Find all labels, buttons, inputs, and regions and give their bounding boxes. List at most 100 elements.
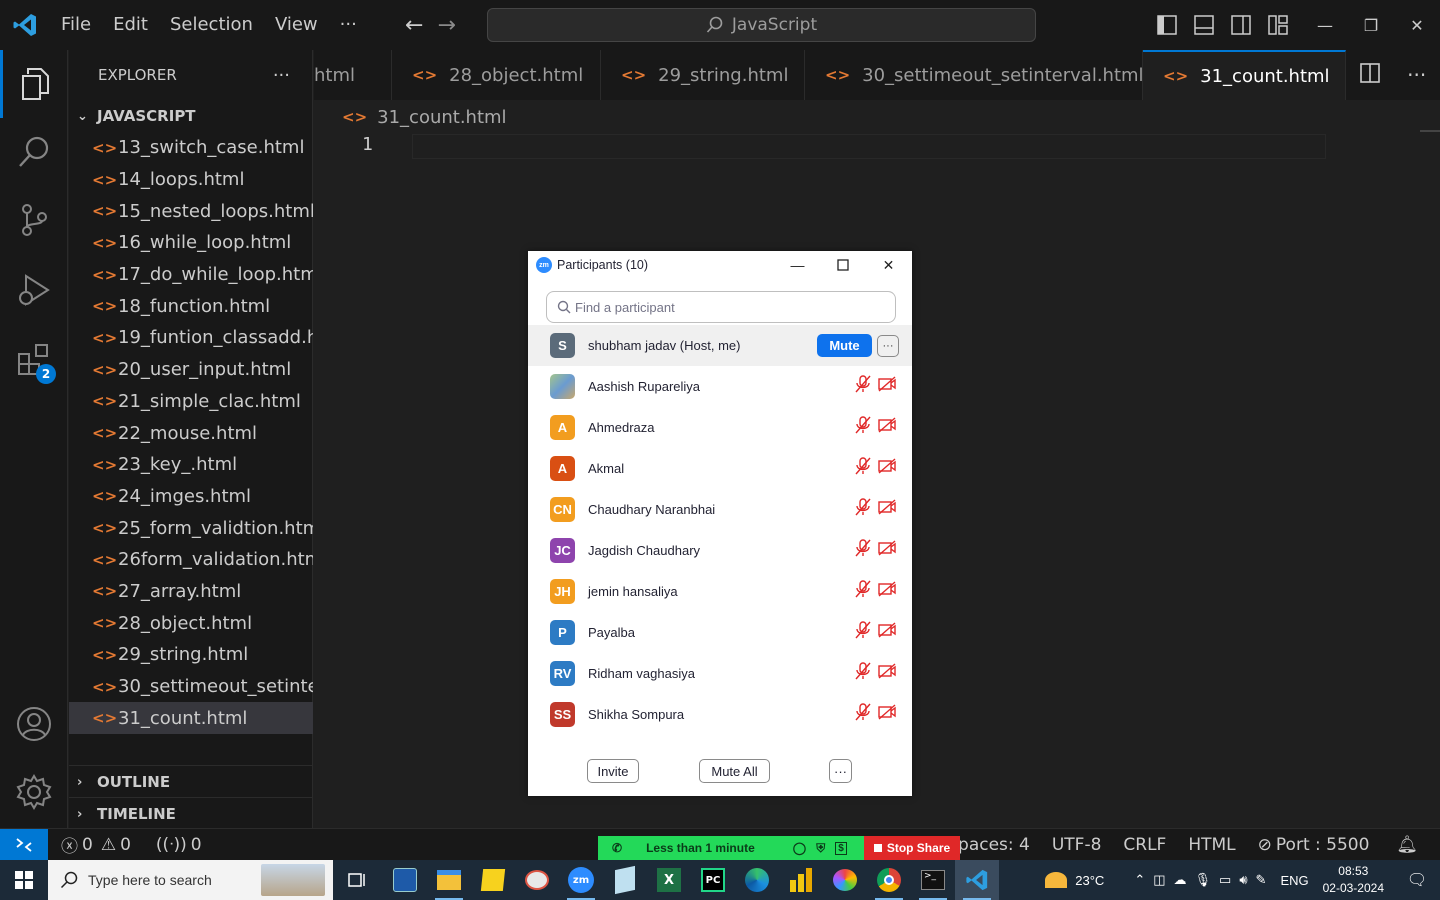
task-view-icon[interactable] [333, 860, 383, 900]
problems-indicator[interactable]: ⓧ 0 ⚠ 0 [48, 832, 142, 858]
toggle-panel-icon[interactable] [1185, 0, 1222, 50]
notepad-app-icon[interactable] [603, 860, 647, 900]
live-server-port[interactable]: ⊘ Port : 5500 [1247, 835, 1381, 855]
zoom-minimize-icon[interactable]: — [775, 251, 820, 279]
breadcrumb[interactable]: <> 31_count.html [342, 104, 507, 130]
language-indicator[interactable]: HTML [1177, 835, 1246, 855]
file-item[interactable]: <> 14_loops.html [69, 164, 313, 196]
pen-icon[interactable]: ✎ [1252, 872, 1271, 888]
file-item[interactable]: <> 16_while_loop.html [69, 227, 313, 259]
participant-row[interactable]: Aashish Rupareliya [528, 366, 912, 407]
file-item[interactable]: <> 24_imges.html [69, 481, 313, 513]
sticky-notes-app-icon[interactable] [471, 860, 515, 900]
clock[interactable]: 08:53 02-03-2024 [1313, 863, 1394, 897]
minimize-icon[interactable]: — [1302, 0, 1348, 50]
terminal-app-icon[interactable]: >_ [911, 860, 955, 900]
forward-arrow-icon[interactable]: → [437, 13, 455, 38]
input-language[interactable]: ENG [1276, 873, 1312, 888]
invite-button[interactable]: Invite [587, 759, 639, 783]
participant-row[interactable]: CN Chaudhary Naranbhai [528, 489, 912, 530]
toggle-secondary-sidebar-icon[interactable] [1222, 0, 1259, 50]
file-item[interactable]: <> 21_simple_clac.html [69, 386, 313, 418]
remote-indicator-icon[interactable] [0, 828, 48, 861]
file-item[interactable]: <> 29_string.html [69, 639, 313, 671]
file-item[interactable]: <> 23_key_.html [69, 449, 313, 481]
participant-row[interactable]: RV Ridham vaghasiya [528, 653, 912, 694]
show-hidden-icons-chevron-icon[interactable]: ⌃ [1130, 872, 1149, 888]
file-item[interactable]: <> 27_array.html [69, 576, 313, 608]
participant-row[interactable]: JC Jagdish Chaudhary [528, 530, 912, 571]
file-item[interactable]: <> 26form_validation.html [69, 544, 313, 576]
notifications-icon[interactable]: 🗨︎ [1394, 870, 1440, 890]
volume-icon[interactable]: 🔊︎ [1235, 872, 1251, 888]
vscode-app-icon[interactable] [955, 860, 999, 900]
menu-more[interactable]: ··· [329, 0, 368, 50]
tab-31-count[interactable]: <>31_count.html✕ [1143, 50, 1360, 100]
file-item[interactable]: <> 17_do_while_loop.html [69, 259, 313, 291]
zoom-close-icon[interactable]: ✕ [866, 251, 911, 279]
settings-gear-icon[interactable] [0, 758, 68, 826]
explorer-icon[interactable] [0, 50, 68, 118]
command-center-search[interactable]: JavaScript [487, 8, 1036, 42]
ports-indicator[interactable]: ((ᐧ)) 0 [142, 835, 213, 855]
explorer-more-button[interactable]: ··· [273, 65, 290, 86]
participant-row-host[interactable]: S shubham jadav (Host, me) Mute ··· [528, 325, 912, 366]
editor-scrollbar[interactable] [1420, 130, 1440, 132]
file-item[interactable]: <> 31_count.html [69, 702, 313, 735]
menu-edit[interactable]: Edit [102, 0, 159, 50]
network-icon[interactable]: ▭ [1215, 872, 1235, 888]
file-explorer-app-icon[interactable] [427, 860, 471, 900]
participant-row[interactable]: JH jemin hansaliya [528, 571, 912, 612]
taskbar-search-input[interactable]: Type here to search [48, 860, 333, 900]
mute-all-button[interactable]: Mute All [699, 759, 770, 783]
file-item[interactable]: <>19_funtion_classadd.h... [69, 322, 313, 354]
menu-view[interactable]: View [264, 0, 329, 50]
windows-start-icon[interactable] [0, 860, 48, 900]
file-item[interactable]: <> 18_function.html [69, 290, 313, 322]
run-and-debug-icon[interactable] [0, 256, 68, 324]
paint-palette-app-icon[interactable] [823, 860, 867, 900]
toggle-primary-sidebar-icon[interactable] [1148, 0, 1185, 50]
menu-selection[interactable]: Selection [159, 0, 264, 50]
file-item[interactable]: <> 22_mouse.html [69, 417, 313, 449]
participant-row[interactable]: A Akmal [528, 448, 912, 489]
encoding-indicator[interactable]: UTF-8 [1041, 835, 1113, 855]
mute-button[interactable]: Mute [817, 334, 872, 357]
split-editor-icon[interactable] [1359, 63, 1380, 87]
zoom-more-button[interactable]: ··· [829, 759, 852, 783]
search-activity-icon[interactable] [0, 118, 68, 186]
paint-app-icon[interactable] [515, 860, 559, 900]
weather-widget[interactable]: 23°C [1041, 872, 1108, 888]
eol-indicator[interactable]: CRLF [1112, 835, 1177, 855]
stop-share-button[interactable]: Stop Share [864, 836, 960, 860]
zoom-maximize-icon[interactable] [820, 251, 865, 279]
tab-html[interactable]: html [314, 50, 392, 100]
participant-more-button[interactable]: ··· [877, 334, 899, 357]
file-item[interactable]: <> 15_nested_loops.html [69, 195, 313, 227]
onedrive-cloud-icon[interactable]: ☁ [1170, 872, 1191, 888]
customize-layout-icon[interactable] [1259, 0, 1296, 50]
tab-28-object[interactable]: <> 28_object.html [392, 50, 601, 100]
file-item[interactable]: <> 25_form_validtion.html [69, 512, 313, 544]
editor-current-line[interactable] [412, 134, 1326, 159]
file-item[interactable]: <> 20_user_input.html [69, 354, 313, 386]
chrome-app-icon[interactable] [867, 860, 911, 900]
extensions-icon[interactable]: 2 [0, 326, 68, 394]
source-control-icon[interactable] [0, 186, 68, 254]
tab-30-settimeout[interactable]: <> 30_settimeout_setinterval.html [805, 50, 1144, 100]
meet-now-icon[interactable]: ◫ [1149, 872, 1169, 888]
file-item[interactable]: <>30_settimeout_setinte... [69, 671, 313, 703]
microphone-icon[interactable]: 🎙︎ [1191, 872, 1216, 888]
close-window-icon[interactable]: ✕ [1394, 0, 1440, 50]
menu-file[interactable]: File [50, 0, 102, 50]
share-status[interactable]: ✆ Less than 1 minute ◯ ⛨ $ [598, 836, 864, 860]
notifications-bell-icon[interactable]: 🔔︎ [1380, 835, 1440, 855]
excel-app-icon[interactable]: X [647, 860, 691, 900]
restore-icon[interactable]: ❐ [1348, 0, 1394, 50]
participant-row[interactable]: A Ahmedraza [528, 407, 912, 448]
file-item[interactable]: <> 28_object.html [69, 607, 313, 639]
pycharm-app-icon[interactable]: PC [691, 860, 735, 900]
zoom-app-icon[interactable]: zm [559, 860, 603, 900]
power-bi-app-icon[interactable] [779, 860, 823, 900]
timeline-section[interactable]: › TIMELINE [69, 797, 313, 830]
